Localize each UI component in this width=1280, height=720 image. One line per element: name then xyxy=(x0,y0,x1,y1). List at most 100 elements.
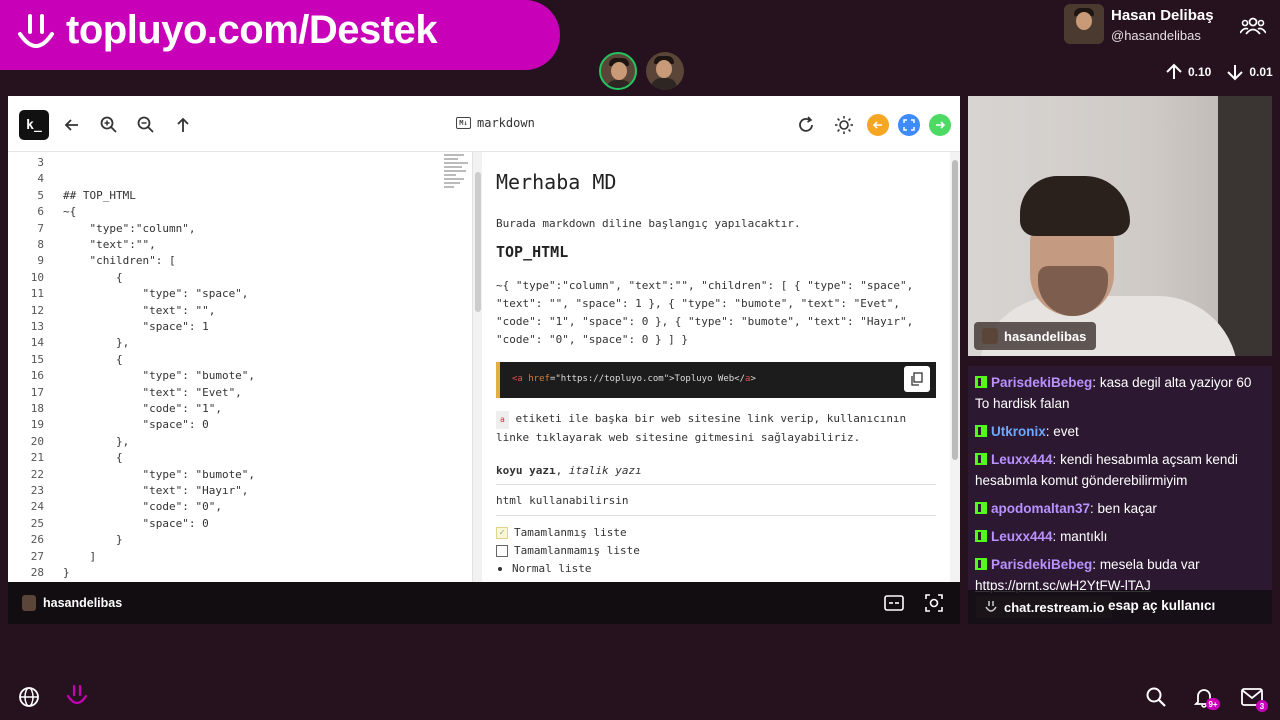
line-number: 8 xyxy=(37,238,44,251)
chat-username[interactable]: Leuxx444 xyxy=(991,452,1053,467)
checkbox-unchecked[interactable] xyxy=(496,544,508,557)
code-line: "text": "", xyxy=(63,303,216,317)
up-arrow-icon[interactable] xyxy=(172,114,194,136)
code-line: { xyxy=(63,352,123,366)
chat-username[interactable]: ParisdekiBebeg xyxy=(991,375,1092,390)
line-number: 28 xyxy=(30,566,44,579)
streamer-name: hasandelibas xyxy=(43,596,123,610)
code-line: "type": "bumote", xyxy=(63,467,256,481)
chat-text: evet xyxy=(1053,424,1079,439)
previous-button[interactable] xyxy=(867,114,889,136)
line-number: 11 xyxy=(30,287,44,301)
code-line: }, xyxy=(63,336,130,350)
link-description: etiketi ile başka bir web sitesine link … xyxy=(496,412,907,444)
line-number: 3 xyxy=(37,156,44,169)
expand-icon xyxy=(903,119,915,131)
smile-logo-icon[interactable] xyxy=(66,684,88,708)
line-number: 17 xyxy=(30,385,44,399)
participant-avatar[interactable] xyxy=(646,52,684,90)
left-arrow-icon xyxy=(872,121,882,129)
code-line: } xyxy=(63,533,123,547)
inline-code: a xyxy=(496,411,509,429)
list-item: Normal liste xyxy=(496,562,591,575)
divider-line xyxy=(496,515,936,516)
chat-separator: : xyxy=(1092,557,1100,572)
zoom-out-icon[interactable] xyxy=(135,114,157,136)
chat-message: Utkronix: evet xyxy=(975,421,1265,442)
chat-source[interactable]: chat.restream.io xyxy=(976,596,1113,618)
copy-icon xyxy=(911,372,923,386)
chat-separator: : xyxy=(1090,501,1098,516)
copy-button[interactable] xyxy=(904,366,930,392)
code-line: "type":"column", xyxy=(63,221,196,235)
back-arrow-icon[interactable] xyxy=(61,114,83,136)
sun-icon[interactable] xyxy=(833,114,855,136)
editor-minimap[interactable] xyxy=(444,152,474,212)
line-number: 20 xyxy=(30,434,44,448)
line-number: 5 xyxy=(37,188,44,202)
code-line: { xyxy=(63,270,123,284)
code-block: <a href="https://topluyo.com">Topluyo We… xyxy=(496,362,936,398)
support-banner: topluyo.com/Destek xyxy=(0,0,560,70)
arrow-down-icon xyxy=(1227,65,1244,81)
code-line: "space": 0 xyxy=(63,516,209,530)
markdown-icon: M↓ xyxy=(456,117,471,129)
code-line: "space": 1 xyxy=(63,320,209,333)
code-line: "text": "Hayır", xyxy=(63,484,249,497)
avatar xyxy=(1064,4,1104,44)
kick-icon xyxy=(975,453,987,465)
kick-icon xyxy=(975,376,987,388)
kick-icon xyxy=(975,530,987,542)
line-number: 6 xyxy=(37,205,44,219)
chat-source-text: chat.restream.io xyxy=(1004,599,1105,615)
arrow-up-icon xyxy=(1166,63,1182,79)
line-number: 15 xyxy=(30,352,44,366)
line-number: 18 xyxy=(30,402,44,415)
code-line: { xyxy=(63,451,123,465)
preview-html-text: html kullanabilirsin xyxy=(496,494,629,507)
pane-divider[interactable] xyxy=(472,152,482,582)
checkbox-checked[interactable]: ✓ xyxy=(496,526,508,539)
kick-icon xyxy=(975,502,987,514)
fullscreen-button[interactable] xyxy=(898,114,920,136)
chat-username[interactable]: ParisdekiBebeg xyxy=(991,557,1092,572)
divider-line xyxy=(496,484,936,485)
markdown-preview: Merhaba MD Burada markdown diline başlan… xyxy=(484,152,950,582)
zoom-in-icon[interactable] xyxy=(98,114,120,136)
subtitles-icon[interactable] xyxy=(884,594,904,612)
screenshot-icon[interactable] xyxy=(924,593,944,613)
message-badge: 3 xyxy=(1256,700,1268,712)
bullet xyxy=(498,566,502,571)
chat-source-bar: chat.restream.io esap aç kullanıcı xyxy=(968,590,1272,624)
bold-text: koyu yazı xyxy=(496,464,556,477)
code-line: }, xyxy=(63,434,130,448)
code-editor[interactable]: 3 4 5 ## TOP_HTML 6 ~{7 "type":"column", 8 "te… xyxy=(8,152,440,582)
chat-username[interactable]: Leuxx444 xyxy=(991,529,1053,544)
chat-text: mantıklı xyxy=(1060,529,1108,544)
next-button[interactable] xyxy=(929,114,951,136)
search-icon[interactable] xyxy=(1145,686,1167,708)
line-number: 13 xyxy=(30,320,44,333)
code-line: "space": 0 xyxy=(63,418,209,432)
user-profile[interactable]: Hasan Delibaş @hasandelibas xyxy=(1064,4,1280,48)
document-title-text: markdown xyxy=(477,116,535,130)
code-line: "children": [ xyxy=(63,254,176,268)
participant-avatar[interactable] xyxy=(599,52,637,90)
line-number: 22 xyxy=(30,467,44,481)
refresh-icon[interactable] xyxy=(795,114,817,136)
chat-username[interactable]: apodomaltan37 xyxy=(991,501,1090,516)
code-line: "type": "space", xyxy=(63,287,249,301)
code-line: "code": "1", xyxy=(63,402,222,415)
chat-message: ParisdekiBebeg: kasa degil alta yaziyor … xyxy=(975,372,1265,414)
code-end: > xyxy=(750,374,756,384)
line-number: 16 xyxy=(30,369,44,383)
chat-username[interactable]: Utkronix xyxy=(991,424,1046,439)
network-stats: 0.10 0.01 xyxy=(1164,62,1280,82)
preview-scrollbar[interactable] xyxy=(950,152,960,582)
group-icon[interactable] xyxy=(1240,16,1266,36)
upload-value: 0.10 xyxy=(1188,65,1212,79)
chat-text: mesela buda var xyxy=(1099,557,1200,572)
globe-icon[interactable] xyxy=(18,686,40,708)
avatar xyxy=(22,595,36,611)
app-logo[interactable]: k_ xyxy=(19,110,49,140)
